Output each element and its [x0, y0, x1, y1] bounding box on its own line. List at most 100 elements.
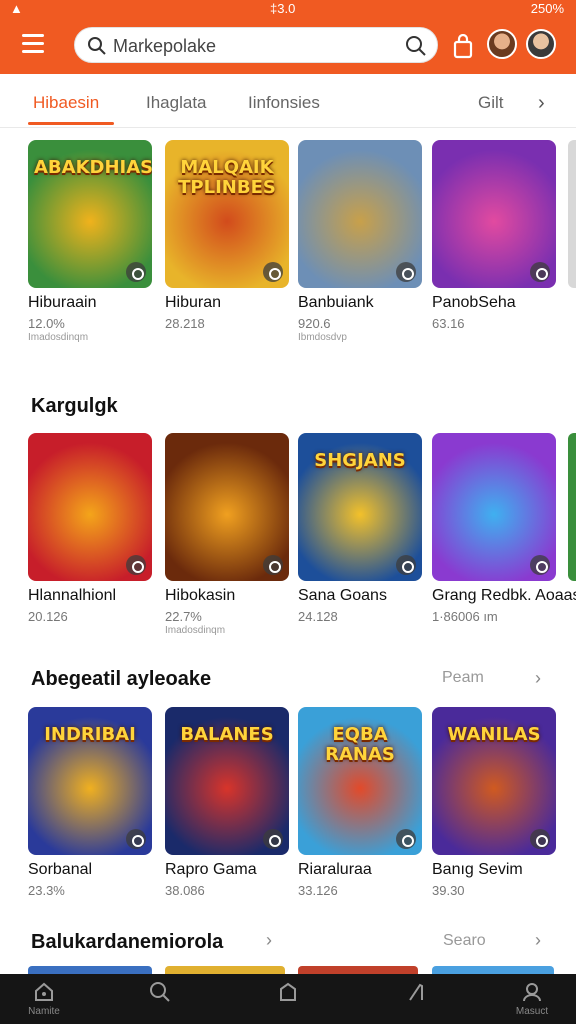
chevron-right-icon[interactable]: › — [535, 930, 541, 951]
game-thumbnail[interactable]: ABAKDHIAS — [28, 140, 152, 288]
game-name: Grang Redbk. Aoaas — [432, 587, 576, 604]
shopping-bag-icon[interactable] — [450, 34, 476, 60]
game-thumbnail[interactable]: INDRIBAI — [28, 707, 152, 855]
chevron-right-icon[interactable]: › — [538, 92, 545, 115]
game-thumbnail[interactable]: WANILAS — [432, 707, 556, 855]
tab-gilt[interactable]: Gilt — [478, 93, 504, 113]
next-card-edge — [568, 433, 576, 581]
game-thumbnail[interactable] — [432, 140, 556, 288]
search-submit-icon[interactable] — [405, 35, 427, 57]
category-tabs: Hibaesin Ihaglata Iinfonsies Gilt › — [0, 74, 576, 128]
game-thumbnail[interactable] — [165, 433, 289, 581]
share-icon[interactable] — [396, 555, 416, 575]
game-card[interactable]: Grang Redbk. Aoaas 1·86006 ım — [432, 433, 576, 625]
avatar[interactable] — [487, 29, 517, 59]
share-icon[interactable] — [263, 829, 283, 849]
share-icon[interactable] — [530, 555, 550, 575]
search-icon — [88, 37, 106, 55]
nav-search[interactable] — [130, 980, 190, 1004]
profile-icon — [523, 983, 541, 1002]
search-icon — [150, 982, 170, 1002]
share-icon[interactable] — [530, 829, 550, 849]
game-thumbnail[interactable]: MALQAIK TPLINBES — [165, 140, 289, 288]
status-bar: ▲ ‡3.0 250% — [0, 0, 576, 18]
search-bar[interactable]: Markepolake — [74, 27, 438, 63]
search-input[interactable]: Markepolake — [113, 36, 216, 57]
game-art-title: ABAKDHIAS — [34, 157, 152, 178]
game-card[interactable]: Banbuiank 920.6 Ibmdosdvp — [298, 140, 422, 343]
game-thumbnail[interactable] — [298, 140, 422, 288]
game-card[interactable]: INDRIBAI Sorbanal 23.3% — [28, 707, 152, 899]
share-icon[interactable] — [530, 262, 550, 282]
share-icon[interactable] — [396, 829, 416, 849]
status-right: 250% — [530, 1, 564, 16]
game-card[interactable]: EQBA RANAS Riaraluraa 33.126 — [298, 707, 422, 899]
game-rating: 38.086 — [165, 883, 205, 898]
share-icon[interactable] — [263, 555, 283, 575]
nav-activity[interactable] — [386, 980, 446, 1004]
bottom-navigation: Namite Masuct — [0, 974, 576, 1024]
tab-hibaesin[interactable]: Hibaesin — [33, 93, 99, 113]
game-rating: 12.0% — [28, 316, 65, 331]
game-card[interactable]: PanobSeha 63.16 — [432, 140, 556, 332]
game-name: Riaraluraa — [298, 861, 372, 878]
game-art-title: INDRIBAI — [44, 724, 136, 745]
menu-icon-line — [22, 34, 44, 37]
menu-icon-line — [22, 50, 44, 53]
avatar[interactable] — [526, 29, 556, 59]
chevron-right-icon[interactable]: › — [535, 668, 541, 689]
game-thumbnail[interactable]: EQBA RANAS — [298, 707, 422, 855]
section-title: Balukardanemiorola — [31, 931, 224, 953]
nav-account[interactable]: Masuct — [502, 980, 562, 1017]
game-name: Banbuiank — [298, 294, 374, 311]
game-thumbnail[interactable]: BALANES — [165, 707, 289, 855]
game-rating: 20.126 — [28, 609, 68, 624]
game-name: Hibokasin — [165, 587, 236, 604]
section-see-all-link[interactable]: Peam — [442, 669, 484, 687]
game-art-title: BALANES — [180, 724, 274, 745]
bag-icon — [280, 982, 296, 1001]
share-icon[interactable] — [263, 262, 283, 282]
game-rating: 28.218 — [165, 316, 205, 331]
game-card[interactable]: ABAKDHIAS Hiburaain 12.0% Imadosdinqm — [28, 140, 152, 343]
share-icon[interactable] — [396, 262, 416, 282]
nav-label: Masuct — [515, 1006, 549, 1017]
share-icon[interactable] — [126, 555, 146, 575]
menu-button[interactable] — [22, 34, 56, 60]
section-title: Abegeatil ayleoake — [31, 668, 212, 690]
nav-library[interactable] — [258, 980, 318, 1004]
section-see-all-link[interactable]: Searo — [443, 932, 486, 950]
game-thumbnail[interactable] — [28, 433, 152, 581]
nav-label: Namite — [28, 1006, 60, 1017]
game-name: Sorbanal — [28, 861, 93, 878]
game-card[interactable]: SHGJANS Sana Goans 24.128 — [298, 433, 422, 625]
game-publisher: Imadosdinqm — [165, 625, 226, 636]
game-rating: 1·86006 ım — [432, 609, 498, 624]
game-card[interactable]: WANILAS Banıg Sevim 39.30 — [432, 707, 556, 899]
share-icon[interactable] — [126, 262, 146, 282]
tab-iinfonsies[interactable]: Iinfonsies — [248, 93, 320, 113]
game-card[interactable]: Hibokasin 22.7% Imadosdinqm — [165, 433, 289, 636]
game-rating: 22.7% — [165, 609, 202, 624]
game-name: Hlannalhionl — [28, 587, 117, 604]
game-card[interactable]: Hlannalhionl 20.126 — [28, 433, 152, 625]
next-card-edge — [568, 140, 576, 288]
game-name: PanobSeha — [432, 294, 516, 311]
share-icon[interactable] — [126, 829, 146, 849]
tab-ihaglata[interactable]: Ihaglata — [146, 93, 207, 113]
game-card[interactable]: BALANES Rapro Gama 38.086 — [165, 707, 289, 899]
game-thumbnail[interactable] — [432, 433, 556, 581]
active-tab-indicator — [28, 122, 114, 125]
game-art-title: WANILAS — [447, 724, 541, 745]
game-name: Sana Goans — [298, 587, 387, 604]
game-publisher: Ibmdosdvp — [298, 332, 347, 343]
chevron-right-icon[interactable]: › — [266, 930, 272, 951]
status-center: ‡3.0 — [270, 1, 296, 16]
game-card[interactable]: MALQAIK TPLINBES Hiburan 28.218 — [165, 140, 289, 332]
game-thumbnail[interactable]: SHGJANS — [298, 433, 422, 581]
flag-icon — [409, 983, 423, 1001]
status-left: ▲ — [10, 1, 23, 16]
app-bar: Markepolake — [0, 18, 576, 74]
nav-home[interactable]: Namite — [14, 980, 74, 1017]
game-name: Hiburan — [165, 294, 222, 311]
